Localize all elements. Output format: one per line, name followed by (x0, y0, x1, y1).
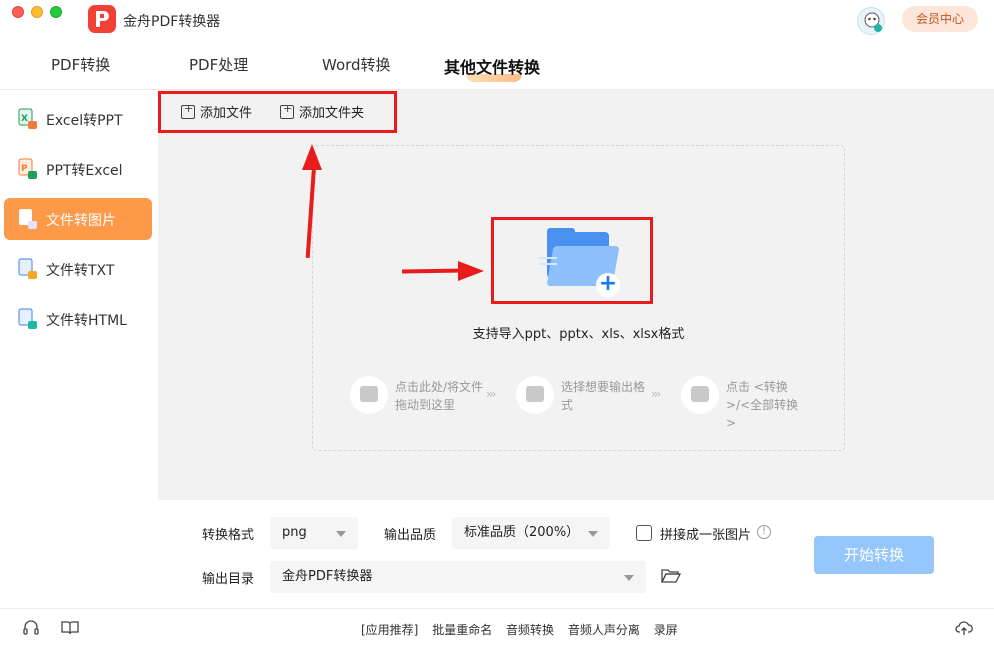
chevron-down-icon (624, 575, 634, 581)
quality-label: 输出品质 (384, 528, 437, 543)
export-step-icon (516, 376, 554, 414)
sidebar-item-label: 文件转HTML (46, 313, 127, 329)
add-folder-label: 添加文件夹 (299, 106, 365, 121)
sidebar-item-label: Excel转PPT (46, 113, 123, 129)
tab-other-convert[interactable]: 其他文件转换 (444, 54, 540, 78)
sidebar-item-ppt-to-excel[interactable]: P PPT转Excel (4, 148, 152, 190)
footer-link-screen-record[interactable]: 录屏 (654, 623, 678, 637)
footer-link-vocal-separation[interactable]: 音频人声分离 (568, 623, 640, 637)
info-icon[interactable]: ! (757, 525, 771, 539)
footer-link-audio-convert[interactable]: 音频转换 (506, 623, 554, 637)
sidebar-item-label: PPT转Excel (46, 163, 123, 179)
open-folder-icon[interactable] (660, 568, 682, 584)
avatar[interactable] (857, 7, 885, 35)
tab-pdf-process[interactable]: PDF处理 (189, 54, 248, 75)
tab-word-convert[interactable]: Word转换 (322, 54, 391, 75)
convert-step-icon (681, 376, 719, 414)
annotation-arrow-up-head (302, 144, 322, 170)
svg-text:X: X (21, 114, 28, 124)
folder-step-icon (350, 376, 388, 414)
book-icon[interactable] (61, 620, 79, 636)
merge-checkbox[interactable] (636, 525, 652, 541)
folder-lines (539, 257, 557, 265)
quality-select[interactable]: 标准品质（200%） (452, 517, 610, 549)
tab-pdf-convert[interactable]: PDF转换 (51, 54, 110, 75)
step-separator-1: ››› (486, 387, 497, 401)
format-label: 转换格式 (202, 528, 255, 543)
format-select-value: png (282, 525, 307, 540)
file-to-image-icon (18, 208, 38, 230)
close-window-button[interactable] (12, 6, 24, 18)
app-logo-icon (88, 5, 116, 33)
add-folder-icon (280, 102, 294, 119)
chevron-down-icon (336, 531, 346, 537)
file-to-html-icon (18, 308, 38, 330)
add-file-icon (181, 102, 195, 119)
file-to-txt-icon (18, 258, 38, 280)
title-bar: 金舟PDF转换器 会员中心 (0, 0, 994, 40)
format-select[interactable]: png (270, 517, 358, 549)
start-convert-button[interactable]: 开始转换 (814, 536, 934, 574)
sidebar-item-file-to-html[interactable]: 文件转HTML (4, 298, 152, 340)
excel-to-ppt-icon: X (18, 108, 38, 130)
minimize-window-button[interactable] (31, 6, 43, 18)
headset-icon[interactable] (22, 620, 40, 636)
footer-link-app-recommend[interactable]: [应用推荐] (361, 623, 418, 637)
ppt-to-excel-icon: P (18, 158, 38, 180)
output-dir-value: 金舟PDF转换器 (282, 569, 373, 584)
sidebar: X Excel转PPT P PPT转Excel 文件转图片 文件转TXT 文件转… (0, 90, 158, 608)
footer-links: [应用推荐] 批量重命名 音频转换 音频人声分离 录屏 (361, 621, 688, 638)
chevron-down-icon (588, 531, 598, 537)
add-file-button[interactable]: 添加文件 (181, 102, 252, 121)
step-3-text: 点击 <转换>/<全部转换> (726, 380, 799, 430)
svg-text:P: P (21, 164, 28, 174)
sidebar-item-file-to-image[interactable]: 文件转图片 (4, 198, 152, 240)
step-1-text: 点击此处/将文件拖动到这里 (395, 380, 484, 412)
footer-link-batch-rename[interactable]: 批量重命名 (432, 623, 492, 637)
member-center-button[interactable]: 会员中心 (902, 6, 978, 32)
cloud-upload-icon[interactable] (955, 620, 973, 636)
merge-label[interactable]: 拼接成一张图片 (660, 524, 751, 543)
add-file-label: 添加文件 (200, 106, 253, 121)
quality-select-value: 标准品质（200%） (464, 525, 580, 540)
main-tabs: PDF转换 PDF处理 Word转换 其他文件转换 (0, 40, 994, 90)
sidebar-item-file-to-txt[interactable]: 文件转TXT (4, 248, 152, 290)
sidebar-item-excel-to-ppt[interactable]: X Excel转PPT (4, 98, 152, 140)
annotation-arrow-right-head (458, 261, 484, 281)
step-2-text: 选择想要输出格式 (561, 380, 646, 412)
supported-formats-text: 支持导入ppt、pptx、xls、xlsx格式 (472, 327, 685, 342)
output-dir-label: 输出目录 (202, 572, 255, 587)
step-separator-2: ››› (651, 387, 662, 401)
zoom-window-button[interactable] (50, 6, 62, 18)
sidebar-item-label: 文件转TXT (46, 263, 115, 279)
output-dir-select[interactable]: 金舟PDF转换器 (270, 561, 646, 593)
sidebar-item-label: 文件转图片 (46, 213, 116, 229)
add-plus-icon: + (596, 273, 620, 297)
add-folder-button[interactable]: 添加文件夹 (280, 102, 364, 121)
app-title: 金舟PDF转换器 (123, 14, 221, 30)
